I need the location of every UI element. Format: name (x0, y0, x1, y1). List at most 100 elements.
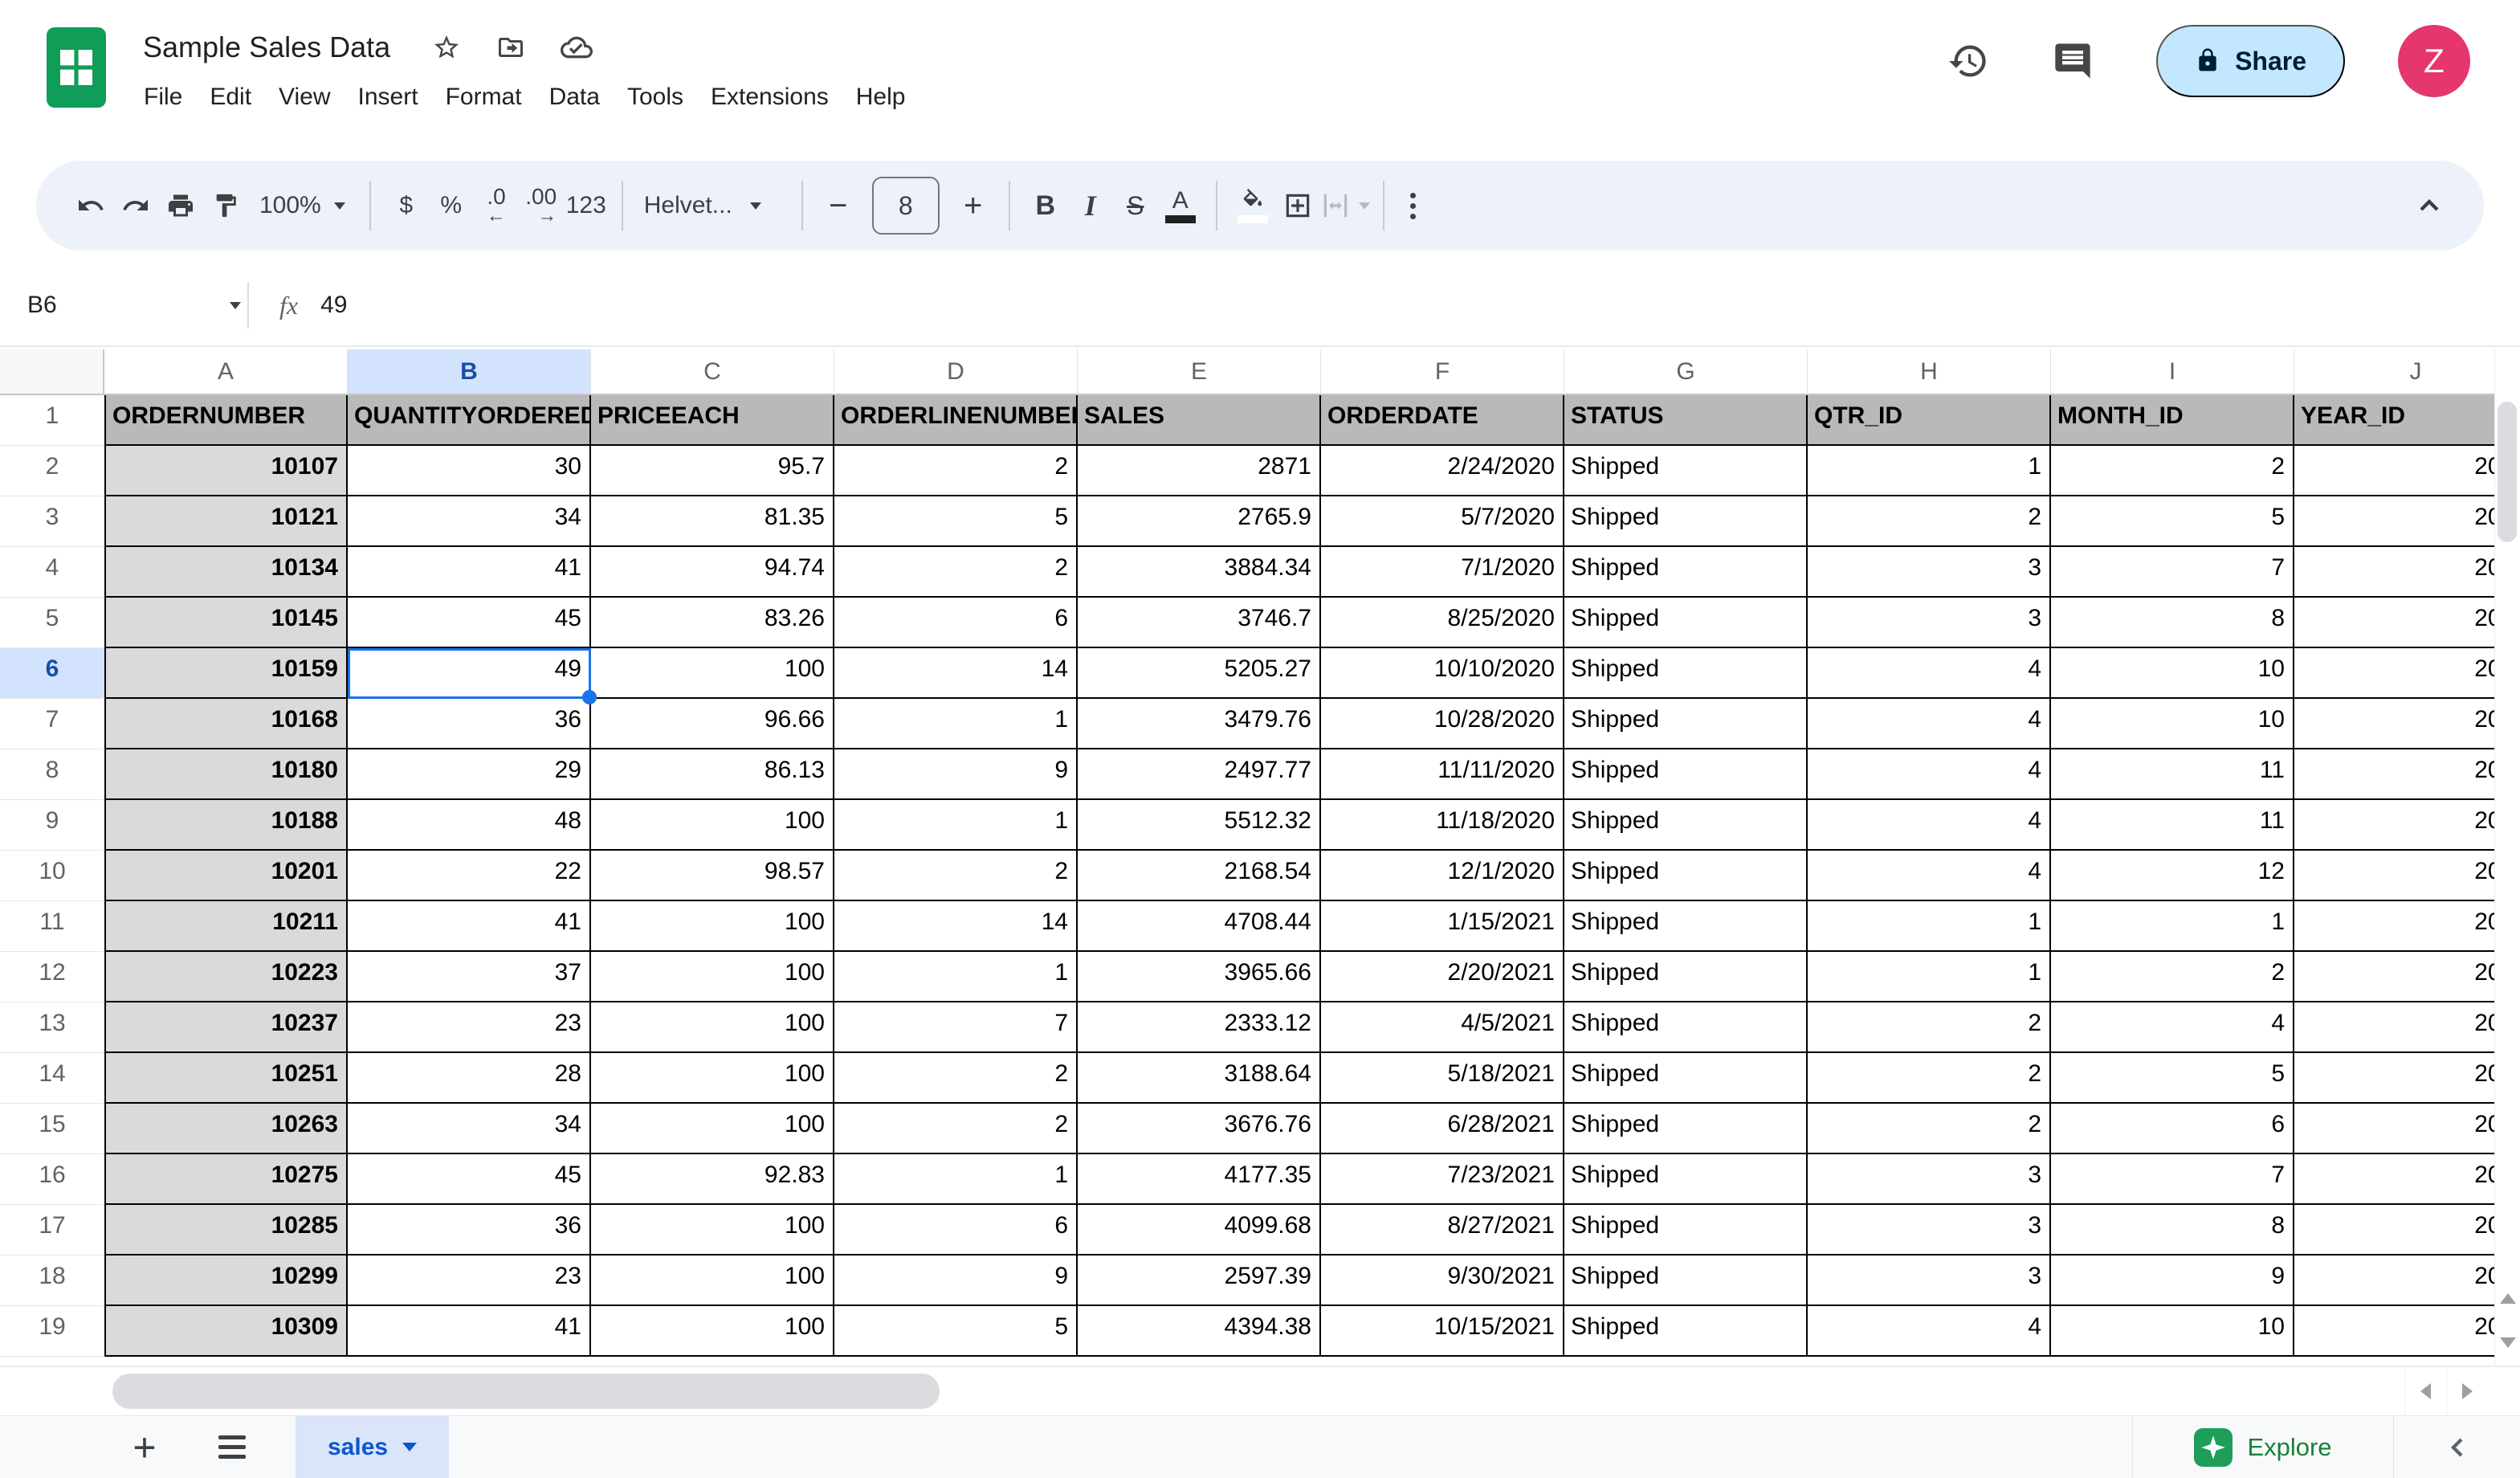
row-header-3[interactable]: 3 (0, 496, 104, 547)
cell-J17[interactable]: 2021 (2294, 1205, 2494, 1255)
cell-A15[interactable]: 10263 (104, 1104, 348, 1154)
cell-A13[interactable]: 10237 (104, 1002, 348, 1053)
cell-H8[interactable]: 4 (1808, 749, 2051, 800)
cell-B1[interactable]: QUANTITYORDERED (348, 395, 591, 446)
cell-D18[interactable]: 9 (834, 1255, 1078, 1306)
cell-H10[interactable]: 4 (1808, 851, 2051, 901)
cell-D19[interactable]: 5 (834, 1306, 1078, 1357)
cell-C18[interactable]: 100 (591, 1255, 834, 1306)
more-toolbar-options-icon[interactable] (1397, 193, 1429, 219)
cell-J14[interactable]: 2021 (2294, 1053, 2494, 1104)
menu-extensions[interactable]: Extensions (697, 77, 842, 117)
cell-A3[interactable]: 10121 (104, 496, 348, 547)
cell-J7[interactable]: 2020 (2294, 699, 2494, 749)
cell-F5[interactable]: 8/25/2020 (1321, 598, 1564, 648)
menu-view[interactable]: View (265, 77, 344, 117)
cell-C14[interactable]: 100 (591, 1053, 834, 1104)
cell-G13[interactable]: Shipped (1564, 1002, 1808, 1053)
cell-I4[interactable]: 7 (2051, 547, 2294, 598)
cell-G19[interactable]: Shipped (1564, 1306, 1808, 1357)
cell-C19[interactable]: 100 (591, 1306, 834, 1357)
cell-H17[interactable]: 3 (1808, 1205, 2051, 1255)
cell-C1[interactable]: PRICEEACH (591, 395, 834, 446)
cell-G18[interactable]: Shipped (1564, 1255, 1808, 1306)
cell-B9[interactable]: 48 (348, 800, 591, 851)
cell-D15[interactable]: 2 (834, 1104, 1078, 1154)
cell-A7[interactable]: 10168 (104, 699, 348, 749)
cell-A16[interactable]: 10275 (104, 1154, 348, 1205)
cell-I12[interactable]: 2 (2051, 952, 2294, 1002)
paint-format-icon[interactable] (203, 177, 248, 235)
scroll-up-button[interactable] (2495, 1277, 2520, 1319)
cell-C16[interactable]: 92.83 (591, 1154, 834, 1205)
row-header-17[interactable]: 17 (0, 1205, 104, 1255)
row-header-12[interactable]: 12 (0, 952, 104, 1002)
row-header-4[interactable]: 4 (0, 547, 104, 598)
cell-A5[interactable]: 10145 (104, 598, 348, 648)
borders-button[interactable] (1275, 177, 1320, 235)
row-header-9[interactable]: 9 (0, 800, 104, 851)
cell-D13[interactable]: 7 (834, 1002, 1078, 1053)
cell-E5[interactable]: 3746.7 (1078, 598, 1321, 648)
cell-H11[interactable]: 1 (1808, 901, 2051, 952)
cell-H4[interactable]: 3 (1808, 547, 2051, 598)
version-history-icon[interactable] (1947, 40, 1989, 82)
cell-E8[interactable]: 2497.77 (1078, 749, 1321, 800)
row-header-6[interactable]: 6 (0, 648, 104, 699)
name-box[interactable]: B6 (0, 292, 241, 319)
zoom-select[interactable]: 100% (248, 192, 357, 219)
cell-F7[interactable]: 10/28/2020 (1321, 699, 1564, 749)
star-icon[interactable] (432, 33, 461, 62)
cell-C3[interactable]: 81.35 (591, 496, 834, 547)
cell-G4[interactable]: Shipped (1564, 547, 1808, 598)
cell-B17[interactable]: 36 (348, 1205, 591, 1255)
cell-I6[interactable]: 10 (2051, 648, 2294, 699)
cell-D10[interactable]: 2 (834, 851, 1078, 901)
cell-E3[interactable]: 2765.9 (1078, 496, 1321, 547)
explore-button[interactable]: Explore (2132, 1416, 2393, 1478)
comments-icon[interactable] (2052, 40, 2094, 82)
cell-G15[interactable]: Shipped (1564, 1104, 1808, 1154)
decrease-decimal-button[interactable]: .0← (474, 177, 519, 235)
menu-edit[interactable]: Edit (196, 77, 265, 117)
row-header-10[interactable]: 10 (0, 851, 104, 901)
scroll-left-button[interactable] (2404, 1367, 2446, 1415)
cell-A11[interactable]: 10211 (104, 901, 348, 952)
cell-E19[interactable]: 4394.38 (1078, 1306, 1321, 1357)
scroll-down-button[interactable] (2495, 1321, 2520, 1363)
cell-F6[interactable]: 10/10/2020 (1321, 648, 1564, 699)
cloud-check-icon[interactable] (561, 31, 593, 63)
cell-E4[interactable]: 3884.34 (1078, 547, 1321, 598)
cell-E13[interactable]: 2333.12 (1078, 1002, 1321, 1053)
cell-A2[interactable]: 10107 (104, 446, 348, 496)
cell-H1[interactable]: QTR_ID (1808, 395, 2051, 446)
cell-A12[interactable]: 10223 (104, 952, 348, 1002)
cell-B5[interactable]: 45 (348, 598, 591, 648)
cell-G10[interactable]: Shipped (1564, 851, 1808, 901)
cell-E10[interactable]: 2168.54 (1078, 851, 1321, 901)
collapse-panel-icon[interactable] (2393, 1416, 2520, 1478)
cell-J3[interactable]: 2020 (2294, 496, 2494, 547)
cell-D4[interactable]: 2 (834, 547, 1078, 598)
cell-I16[interactable]: 7 (2051, 1154, 2294, 1205)
cell-H16[interactable]: 3 (1808, 1154, 2051, 1205)
font-size-input[interactable]: 8 (872, 177, 940, 235)
cell-A1[interactable]: ORDERNUMBER (104, 395, 348, 446)
row-header-13[interactable]: 13 (0, 1002, 104, 1053)
cell-I9[interactable]: 11 (2051, 800, 2294, 851)
cell-F16[interactable]: 7/23/2021 (1321, 1154, 1564, 1205)
selected-cell-outline[interactable] (348, 648, 591, 699)
cell-E1[interactable]: SALES (1078, 395, 1321, 446)
sheet-tab-sales[interactable]: sales (296, 1416, 449, 1478)
select-all-corner[interactable] (0, 349, 104, 395)
cell-G7[interactable]: Shipped (1564, 699, 1808, 749)
row-header-2[interactable]: 2 (0, 446, 104, 496)
cell-H6[interactable]: 4 (1808, 648, 2051, 699)
cell-J15[interactable]: 2021 (2294, 1104, 2494, 1154)
cell-A9[interactable]: 10188 (104, 800, 348, 851)
cell-F1[interactable]: ORDERDATE (1321, 395, 1564, 446)
cell-A19[interactable]: 10309 (104, 1306, 348, 1357)
cell-C9[interactable]: 100 (591, 800, 834, 851)
cell-F14[interactable]: 5/18/2021 (1321, 1053, 1564, 1104)
cell-E9[interactable]: 5512.32 (1078, 800, 1321, 851)
